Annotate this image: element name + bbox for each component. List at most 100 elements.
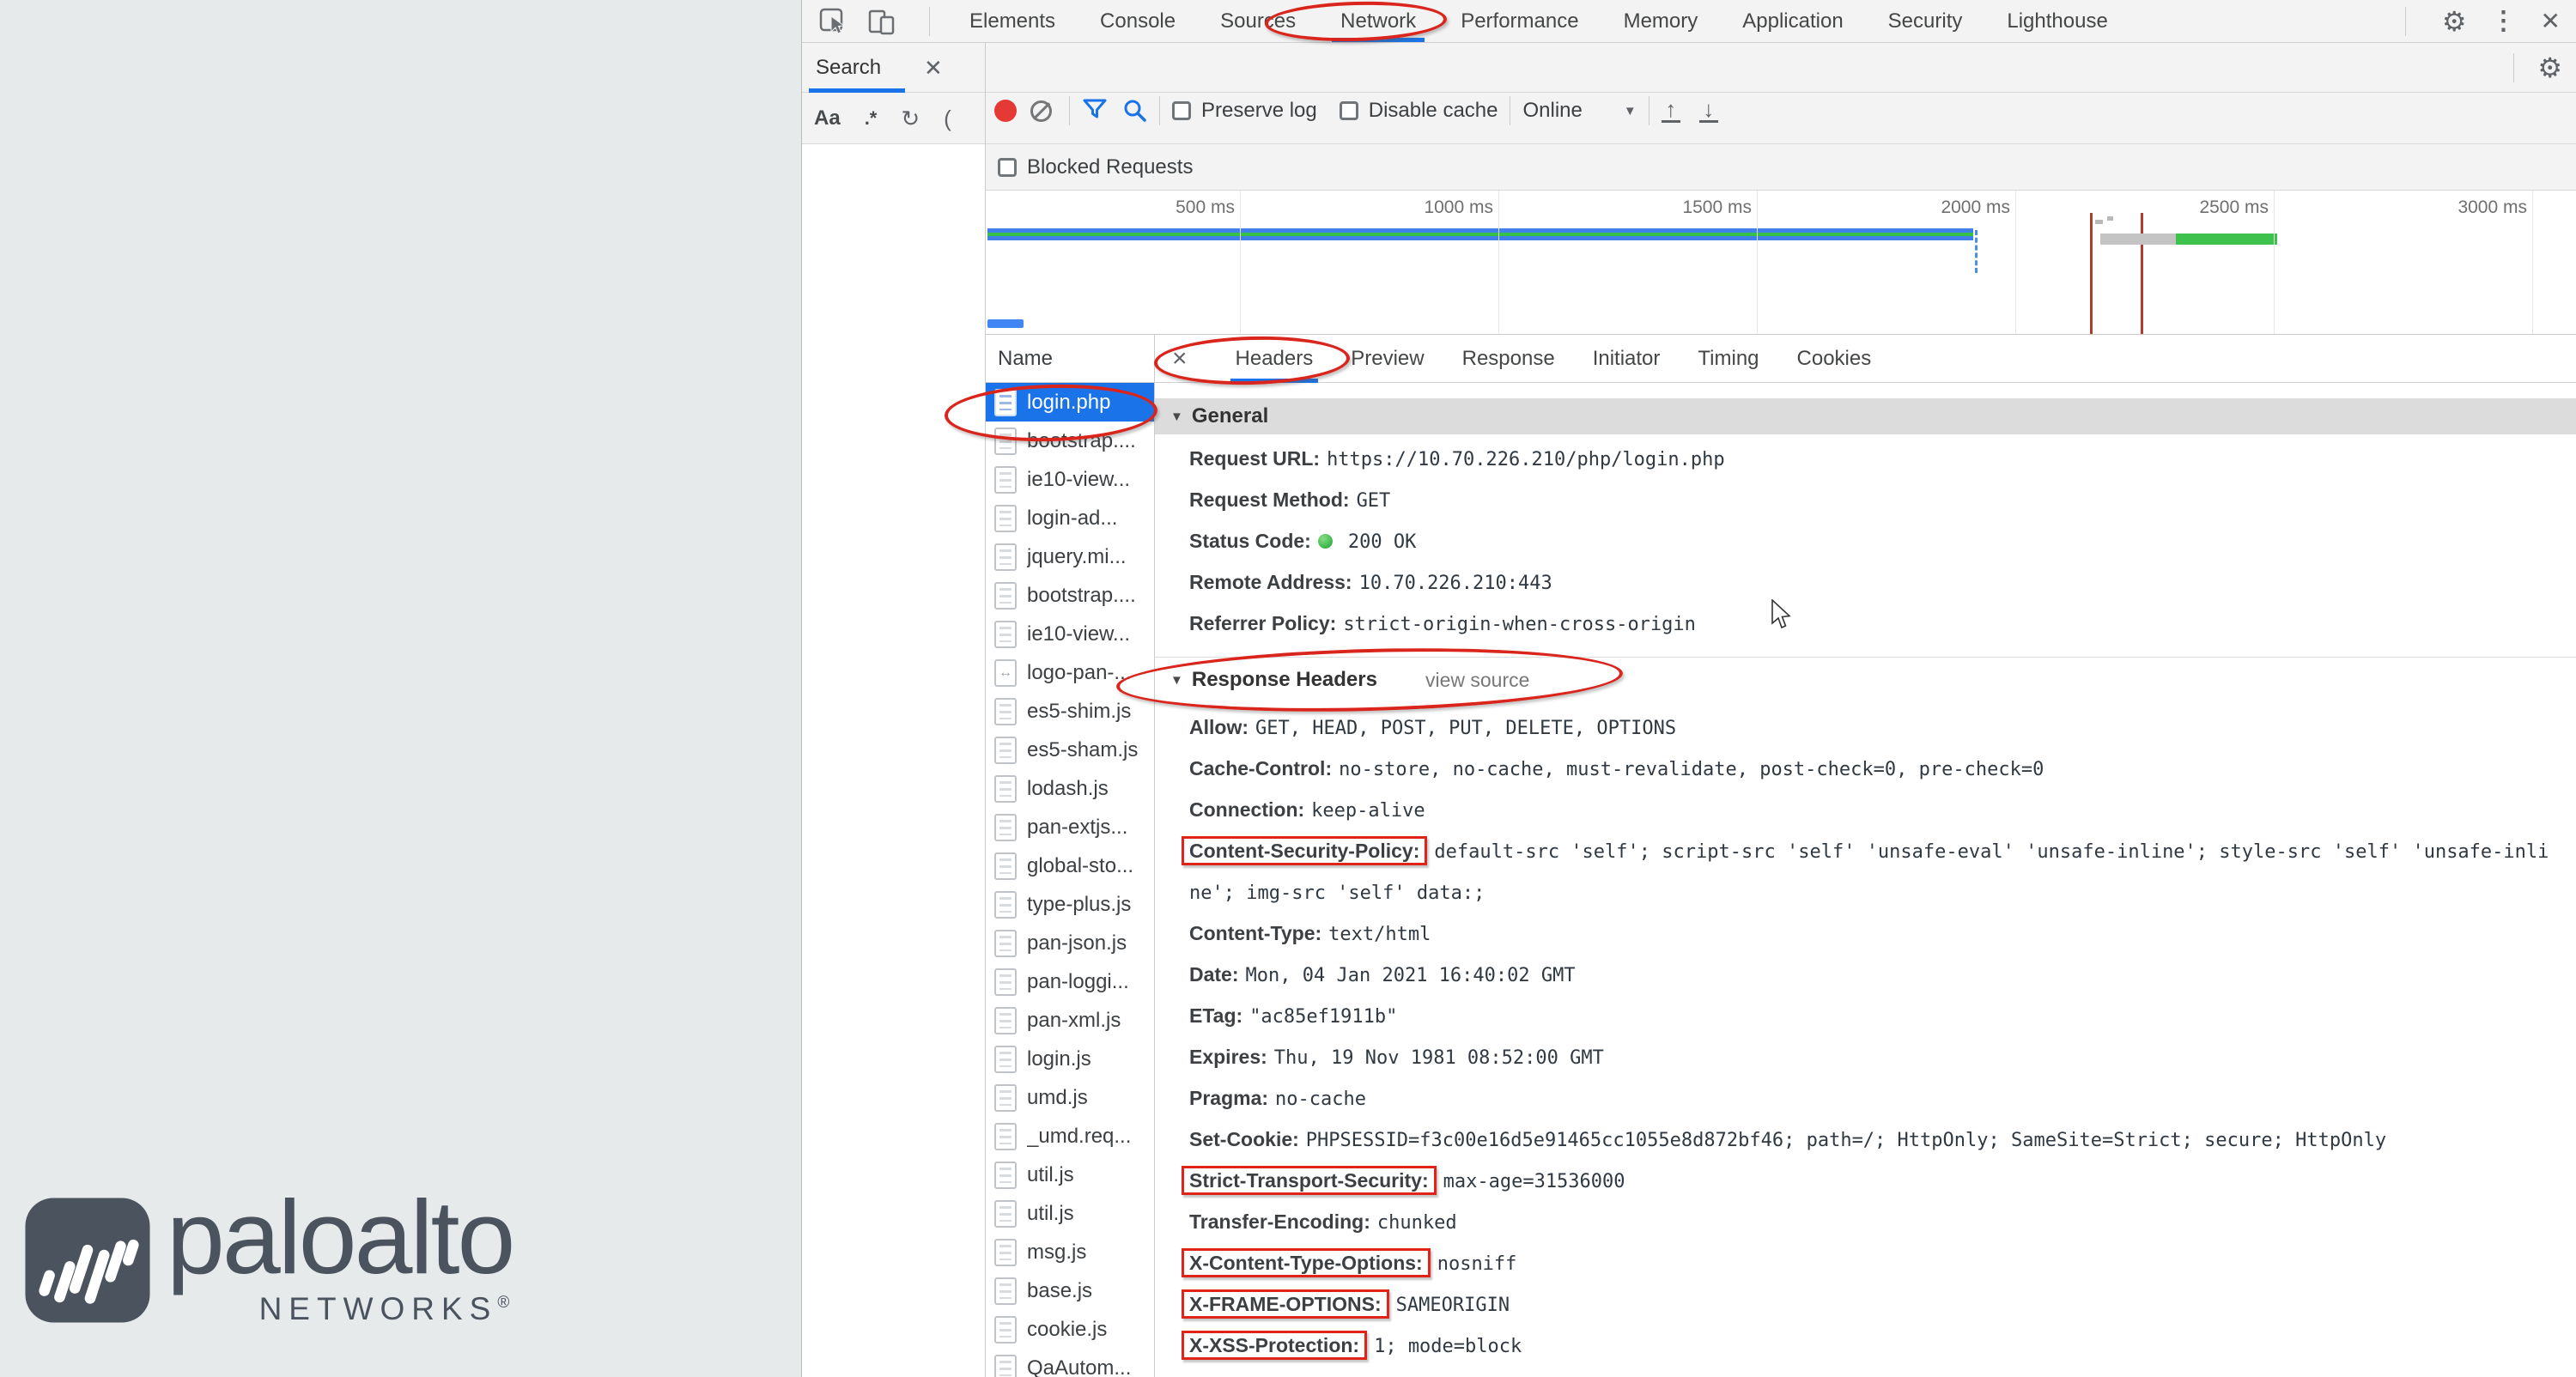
view-source-link[interactable]: view source xyxy=(1425,669,1529,692)
tab-performance[interactable]: Performance xyxy=(1461,0,1578,42)
document-file-icon xyxy=(994,891,1017,919)
request-row[interactable]: QaAutom... xyxy=(986,1349,1154,1377)
timeline-tick-mark xyxy=(2095,220,2103,224)
request-row[interactable]: bootstrap.... xyxy=(986,576,1154,615)
request-row[interactable]: lodash.js xyxy=(986,769,1154,808)
tab-memory[interactable]: Memory xyxy=(1624,0,1698,42)
request-row[interactable]: base.js xyxy=(986,1271,1154,1310)
mouse-cursor xyxy=(1771,599,1795,630)
network-controls-row: Search ✕ Preserve log Disable cache Onli… xyxy=(802,43,2576,93)
detail-tab-headers[interactable]: Headers xyxy=(1236,335,1314,383)
request-row[interactable]: util.js xyxy=(986,1194,1154,1233)
request-row[interactable]: pan-loggi... xyxy=(986,962,1154,1001)
requests-column: Name login.phpbootstrap....ie10-view...l… xyxy=(986,335,1155,1377)
logo-networks-text: NETWORKS® xyxy=(167,1291,509,1327)
tab-elements[interactable]: Elements xyxy=(969,0,1055,42)
tab-console[interactable]: Console xyxy=(1100,0,1176,42)
document-file-icon xyxy=(994,852,1017,880)
request-row[interactable]: login.php xyxy=(986,383,1154,422)
header-row: Content-Security-Policy:default-src 'sel… xyxy=(1155,831,2576,913)
request-row[interactable]: type-plus.js xyxy=(986,885,1154,924)
header-value: Mon, 04 Jan 2021 16:40:02 GMT xyxy=(1246,965,1576,986)
tab-application[interactable]: Application xyxy=(1742,0,1843,42)
detail-tab-timing[interactable]: Timing xyxy=(1698,335,1759,383)
blocked-requests-checkbox[interactable] xyxy=(998,158,1017,177)
request-name: pan-extjs... xyxy=(1027,816,1127,840)
general-section-header[interactable]: ▼ General xyxy=(1155,398,2576,434)
paloalto-networks-logo: paloalto NETWORKS® xyxy=(24,1185,513,1327)
inspect-element-icon[interactable] xyxy=(819,8,847,35)
detail-tab-cookies[interactable]: Cookies xyxy=(1797,335,1872,383)
request-row[interactable]: login.js xyxy=(986,1040,1154,1078)
device-toolbar-icon[interactable] xyxy=(867,8,896,35)
detail-tab-response[interactable]: Response xyxy=(1462,335,1555,383)
request-row[interactable]: util.js xyxy=(986,1156,1154,1194)
search-tab[interactable]: Search xyxy=(816,56,881,80)
detail-tab-initiator[interactable]: Initiator xyxy=(1593,335,1661,383)
network-settings-gear-icon[interactable]: ⚙ xyxy=(2537,54,2562,82)
header-row: Remote Address:10.70.226.210:443 xyxy=(1155,562,2576,604)
tab-lighthouse[interactable]: Lighthouse xyxy=(2007,0,2107,42)
header-value: strict-origin-when-cross-origin xyxy=(1343,614,1696,635)
document-file-icon xyxy=(994,1007,1017,1034)
close-search-icon[interactable]: ✕ xyxy=(924,55,943,82)
header-name: Content-Type: xyxy=(1189,922,1321,944)
response-headers-section-header[interactable]: ▼ Response Headers view source xyxy=(1155,658,2576,701)
request-name: logo-pan-... xyxy=(1027,661,1131,685)
header-row: X-Content-Type-Options:nosniff xyxy=(1155,1243,2576,1284)
request-name: bootstrap.... xyxy=(1027,584,1136,608)
request-row[interactable]: login-ad... xyxy=(986,499,1154,537)
header-name: Allow: xyxy=(1189,716,1249,738)
blocked-requests-row: Blocked Requests xyxy=(802,144,2576,191)
request-row[interactable]: pan-json.js xyxy=(986,924,1154,962)
detail-tabs: Headers Preview Response Initiator Timing Coo… xyxy=(1217,335,1891,382)
request-row[interactable]: cookie.js xyxy=(986,1310,1154,1349)
request-name: pan-xml.js xyxy=(1027,1009,1121,1033)
request-row[interactable]: ie10-view... xyxy=(986,615,1154,653)
request-name: pan-loggi... xyxy=(1027,970,1129,994)
header-value: SAMEORIGIN xyxy=(1396,1295,1510,1316)
settings-gear-icon[interactable]: ⚙ xyxy=(2442,8,2467,35)
request-row[interactable]: ie10-view... xyxy=(986,460,1154,499)
tab-sources[interactable]: Sources xyxy=(1220,0,1296,42)
document-file-icon xyxy=(994,698,1017,725)
collapse-triangle-icon: ▼ xyxy=(1170,409,1183,424)
document-file-icon xyxy=(994,1084,1017,1112)
timeline-overview[interactable]: 500 ms1000 ms1500 ms2000 ms2500 ms3000 m… xyxy=(986,191,2576,335)
request-row[interactable]: jquery.mi... xyxy=(986,537,1154,576)
request-row[interactable]: pan-xml.js xyxy=(986,1001,1154,1040)
toolbar-divider xyxy=(2513,53,2514,82)
search-panel-header: Search ✕ xyxy=(802,43,986,93)
name-column-header[interactable]: Name xyxy=(986,335,1154,383)
document-file-icon xyxy=(994,1355,1017,1377)
blocked-requests-label: Blocked Requests xyxy=(1027,155,1193,179)
document-file-icon xyxy=(994,1200,1017,1228)
search-results-pane xyxy=(802,144,986,1377)
detail-tab-preview[interactable]: Preview xyxy=(1351,335,1424,383)
header-row: Set-Cookie:PHPSESSID=f3c00e16d5e91465cc1… xyxy=(1155,1119,2576,1161)
request-row[interactable]: bootstrap.... xyxy=(986,422,1154,460)
header-value: nosniff xyxy=(1437,1253,1517,1275)
document-file-icon xyxy=(994,582,1017,610)
match-case-button[interactable]: Aa xyxy=(814,106,841,130)
tab-security[interactable]: Security xyxy=(1888,0,1963,42)
request-detail-pane: × Headers Preview Response Initiator Timing C… xyxy=(1155,335,2576,1377)
request-row[interactable]: umd.js xyxy=(986,1078,1154,1117)
timeline-gridline xyxy=(2532,191,2533,334)
more-options-icon[interactable]: ⋮ xyxy=(2491,9,2517,34)
close-detail-icon[interactable]: × xyxy=(1172,344,1188,373)
request-row[interactable]: es5-shim.js xyxy=(986,692,1154,731)
toolbar-divider xyxy=(929,7,930,36)
close-devtools-icon[interactable]: ✕ xyxy=(2541,9,2561,33)
tab-network[interactable]: Network xyxy=(1340,0,1416,42)
request-row[interactable]: logo-pan-... xyxy=(986,653,1154,692)
header-row: Expires:Thu, 19 Nov 1981 08:52:00 GMT xyxy=(1155,1037,2576,1078)
request-row[interactable]: global-sto... xyxy=(986,846,1154,885)
request-row[interactable]: es5-sham.js xyxy=(986,731,1154,769)
regex-button[interactable]: .* xyxy=(865,107,878,130)
request-row[interactable]: pan-extjs... xyxy=(986,808,1154,846)
request-row[interactable]: _umd.req... xyxy=(986,1117,1154,1156)
request-row[interactable]: msg.js xyxy=(986,1233,1154,1271)
header-row: Request URL:https://10.70.226.210/php/lo… xyxy=(1155,439,2576,480)
refresh-search-icon[interactable]: ↻ xyxy=(901,106,920,132)
